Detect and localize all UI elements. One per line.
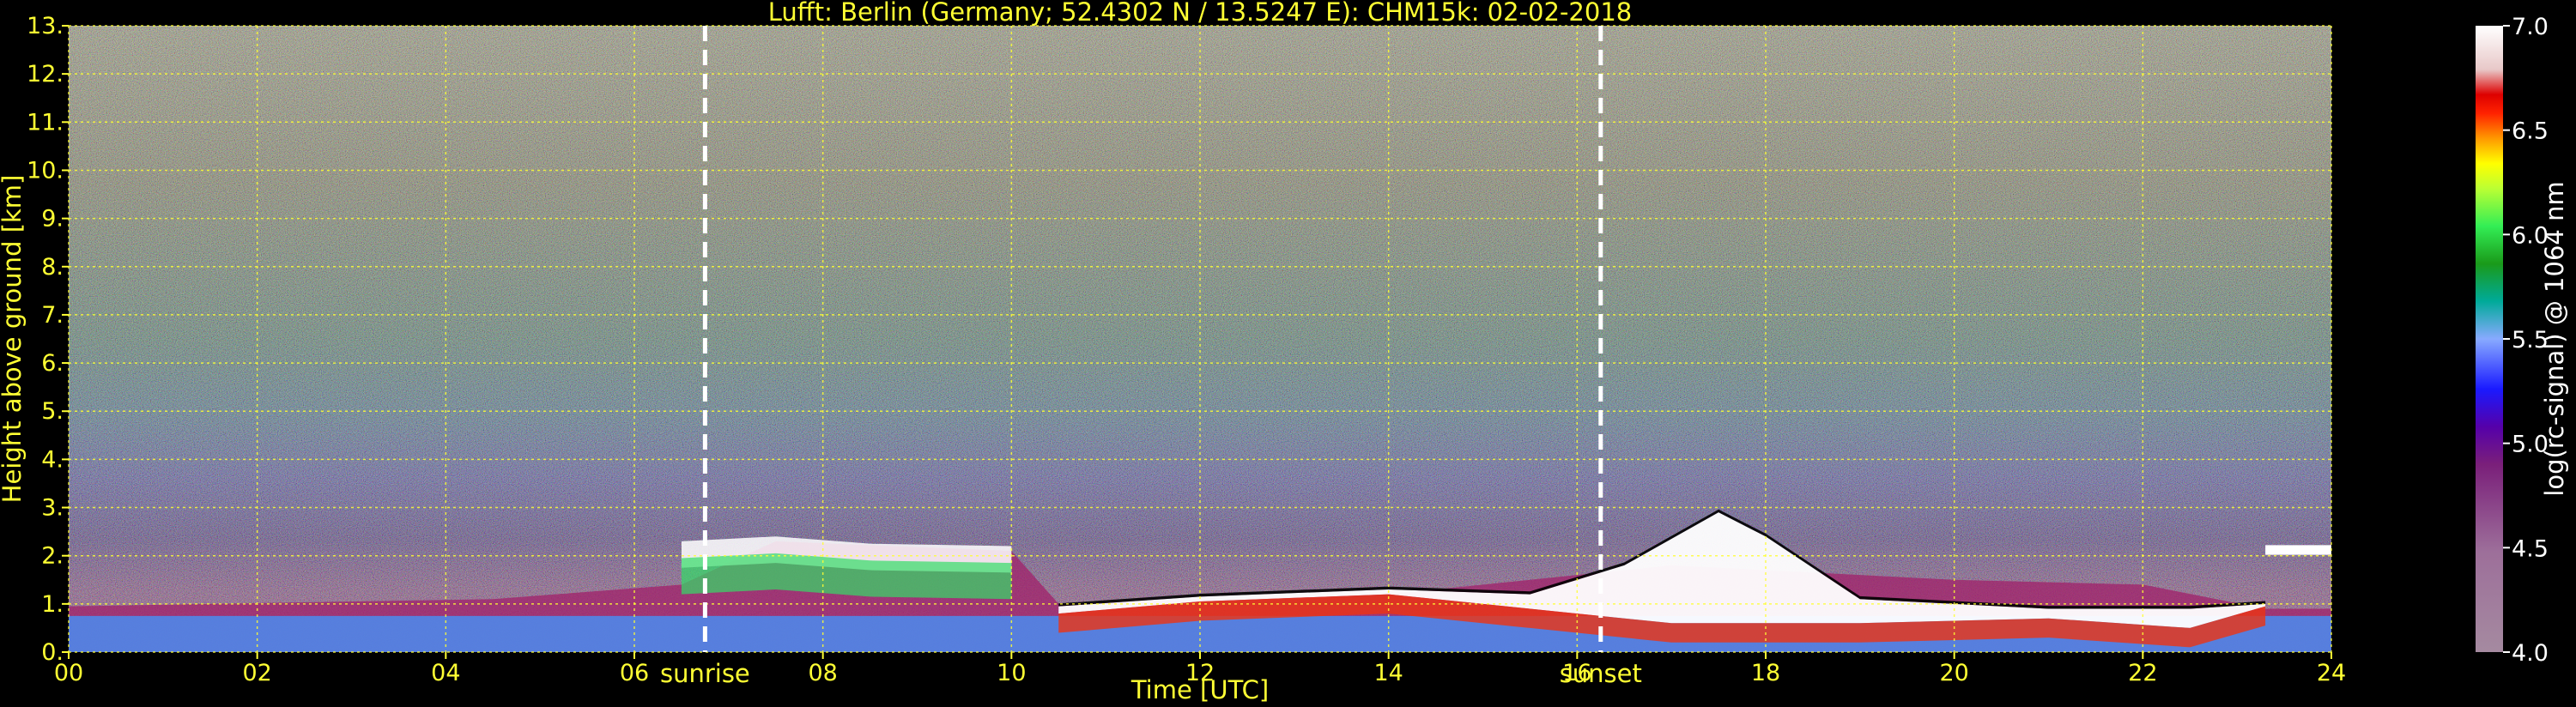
colorbar-tick-label: 7.0 xyxy=(2512,14,2549,40)
y-tick-label: 12. xyxy=(27,61,64,88)
colorbar: 4.04.55.05.56.06.57.0 log(rc-signal) @ 1… xyxy=(2476,14,2569,667)
y-tick-label: 5. xyxy=(41,398,64,425)
y-tick-label: 10. xyxy=(27,157,64,184)
x-tick-label: 06 xyxy=(620,660,649,686)
colorbar-label: log(rc-signal) @ 1064 nm xyxy=(2540,181,2569,496)
y-axis-label: Height above ground [km] xyxy=(0,175,27,504)
sunrise-annotation: sunrise xyxy=(660,659,750,688)
y-tick-label: 1. xyxy=(41,591,64,618)
x-tick-label: 12 xyxy=(1185,660,1215,686)
y-tick-label: 11. xyxy=(27,109,64,136)
y-tick-label: 9. xyxy=(41,206,64,233)
y-tick-label: 4. xyxy=(41,446,64,473)
colorbar-tick-label: 4.5 xyxy=(2512,535,2549,562)
x-tick-label: 04 xyxy=(431,660,460,686)
y-axis-ticks: 0. 1. 2. 3. 4. 5. 6. 7. 8. 9. 10. 11. 12. 13. xyxy=(27,13,69,666)
x-axis-ticks: 00 02 04 06 08 10 12 14 16 18 20 22 24 xyxy=(54,652,2346,686)
y-tick-label: 13. xyxy=(27,13,64,39)
y-tick-label: 7. xyxy=(41,302,64,329)
x-tick-label: 10 xyxy=(997,660,1026,686)
x-tick-label: 24 xyxy=(2317,660,2346,686)
x-tick-label: 08 xyxy=(808,660,837,686)
y-tick-label: 6. xyxy=(41,350,64,377)
isolated-cloud xyxy=(2265,545,2331,555)
colorbar-gradient xyxy=(2476,26,2503,652)
chart-title: Lufft: Berlin (Germany; 52.4302 N / 13.5… xyxy=(768,0,1632,27)
y-tick-label: 3. xyxy=(41,495,64,522)
x-tick-label: 20 xyxy=(1939,660,1968,686)
y-tick-label: 2. xyxy=(41,543,64,570)
x-tick-label: 18 xyxy=(1751,660,1780,686)
y-tick-label: 8. xyxy=(41,254,64,281)
x-tick-label: 16 xyxy=(1562,660,1591,686)
y-tick-label: 0. xyxy=(41,639,64,666)
colorbar-tick-label: 4.0 xyxy=(2512,640,2549,667)
x-tick-label: 14 xyxy=(1373,660,1403,686)
colorbar-tick-label: 6.5 xyxy=(2512,118,2549,145)
ceilometer-chart: Lufft: Berlin (Germany; 52.4302 N / 13.5… xyxy=(0,0,2569,704)
x-tick-label: 02 xyxy=(242,660,271,686)
x-tick-label: 22 xyxy=(2128,660,2157,686)
